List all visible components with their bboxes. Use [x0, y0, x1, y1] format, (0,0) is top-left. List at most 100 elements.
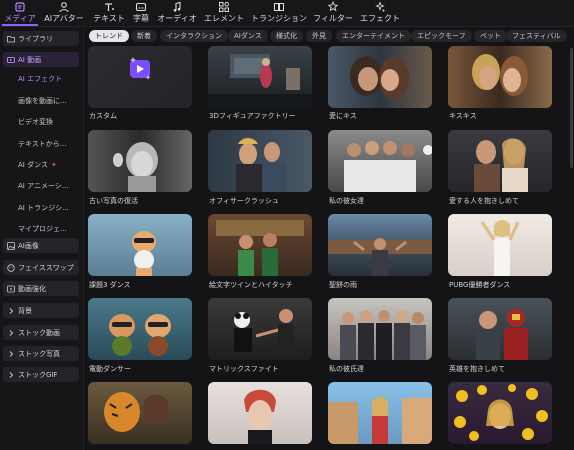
tab-filter[interactable]: フィルター — [313, 1, 353, 25]
thumbnail-image — [109, 314, 171, 356]
thumbnail-image — [472, 54, 528, 96]
tab-label: テキスト — [93, 14, 125, 23]
folder-icon — [7, 35, 15, 43]
sidebar-sub-ai-effect[interactable]: AI エフェクト — [18, 74, 76, 84]
card-pubg-winner-dance[interactable] — [448, 214, 552, 276]
thumbnail-image — [350, 56, 409, 99]
card-officer-crush[interactable] — [208, 130, 312, 192]
subtitle-icon — [135, 2, 147, 12]
sidebar-sub-my-project[interactable]: マイプロジェ... — [18, 224, 76, 234]
chip-pet[interactable]: ペット — [474, 30, 507, 42]
card-challenge-dance[interactable] — [88, 214, 192, 276]
text-icon — [105, 3, 114, 11]
chip-epic-morph[interactable]: エピックモーフ — [411, 30, 472, 42]
chip-trend[interactable]: トレンド — [89, 30, 129, 42]
tab-ai-avatar[interactable]: AIアバター — [44, 1, 84, 25]
card-custom[interactable] — [88, 46, 192, 108]
card-old-photo-revival[interactable] — [88, 130, 192, 192]
card-3d-figure-factory[interactable] — [208, 46, 312, 108]
tab-subtitle[interactable]: 字幕 — [130, 1, 152, 25]
sidebar-item-stock-photo[interactable]: ストック写真 — [3, 346, 79, 361]
thumbnail-image — [480, 220, 520, 276]
chip-interaction[interactable]: インタラクション — [160, 30, 228, 42]
sidebar-item-label: ストック写真 — [18, 349, 60, 358]
card-kiss-kiss[interactable] — [448, 46, 552, 108]
tab-effect[interactable]: エフェクト — [360, 1, 400, 25]
thumbnail-image — [104, 392, 168, 432]
tab-element[interactable]: エレメント — [204, 1, 244, 25]
chip-appearance[interactable]: 外見 — [306, 30, 332, 42]
card-emoji-twin-high-five[interactable] — [208, 214, 312, 276]
media-icon — [15, 2, 25, 12]
sidebar-sub-image-to-video[interactable]: 画像を動画に... — [18, 96, 76, 106]
stock-photo-icon — [7, 350, 15, 358]
card-hug-loved-one[interactable] — [448, 130, 552, 192]
tab-media[interactable]: メディア — [2, 1, 38, 26]
sidebar-sub-ai-transition[interactable]: AI トランジシ... — [18, 203, 76, 213]
thumbnail-image — [208, 54, 312, 108]
card-electric-dancer[interactable] — [88, 298, 192, 360]
sidebar-item-background[interactable]: 背景 — [3, 303, 79, 318]
card-caption: PUBG優勝者ダンス — [449, 281, 511, 289]
top-toolbar: メディア AIアバター テキスト 字幕 オーディオ エレメント トランジション … — [0, 0, 574, 27]
sidebar-item-face-swap[interactable]: フェイススワップ — [3, 260, 79, 275]
card-tiger[interactable] — [88, 382, 192, 444]
tab-audio[interactable]: オーディオ — [157, 1, 197, 25]
tab-transition[interactable]: トランジション — [251, 1, 307, 25]
card-hug-hero[interactable] — [448, 298, 552, 360]
ai-image-icon — [7, 241, 15, 250]
card-portrait[interactable] — [208, 382, 312, 444]
card-street[interactable] — [328, 382, 432, 444]
chevron-right-icon — [7, 307, 15, 315]
sidebar-item-label: フェイススワップ — [18, 263, 74, 272]
sidebar-sub-ai-dance[interactable]: AI ダンス ✦ — [18, 160, 76, 170]
chip-entertainment[interactable]: エンターテイメント — [336, 30, 411, 42]
sidebar-item-label: AI画像 — [18, 241, 39, 250]
sidebar-sub-text-to-video[interactable]: テキストから... — [18, 139, 76, 149]
card-caption: マトリックスファイト — [209, 365, 279, 373]
card-caption: 課題3 ダンス — [89, 281, 131, 289]
thumbnail-image — [113, 142, 158, 192]
card-my-boyfriends[interactable] — [328, 298, 432, 360]
custom-upload-icon — [130, 57, 151, 80]
tab-label: AIアバター — [44, 14, 84, 23]
sidebar-item-stock-gif[interactable]: ストックGIF — [3, 367, 79, 382]
sidebar-sub-label: AI ダンス — [18, 161, 48, 169]
tab-label: フィルター — [313, 14, 353, 23]
card-emoji-rain[interactable] — [448, 382, 552, 444]
sidebar-item-library[interactable]: ライブラリ — [3, 31, 79, 46]
tab-text[interactable]: テキスト — [92, 1, 126, 25]
card-my-girlfriends[interactable] — [328, 130, 432, 192]
ai-video-icon — [7, 56, 15, 64]
chip-festival[interactable]: フェスティバル — [506, 30, 567, 42]
sidebar-item-video-enhance[interactable]: 動画強化 — [3, 281, 79, 296]
card-caption: キスキス — [449, 112, 477, 120]
thumbnail-image — [340, 310, 426, 360]
card-caption: 愛にキス — [329, 112, 357, 120]
audio-icon — [173, 1, 181, 12]
chip-ai-dance[interactable]: AIダンス — [228, 30, 268, 42]
thumbnail-image — [216, 220, 304, 276]
thumbnail-image — [454, 384, 548, 441]
thumbnail-image — [344, 141, 432, 192]
sidebar-item-ai-video[interactable]: AI 動画 — [3, 52, 79, 67]
thumbnail-image — [476, 309, 528, 360]
sidebar-item-stock-video[interactable]: ストック動画 — [3, 325, 79, 340]
avatar-icon — [59, 2, 69, 13]
tab-label: オーディオ — [157, 14, 197, 23]
scrollbar[interactable] — [570, 48, 573, 168]
tab-label: エフェクト — [360, 14, 400, 23]
sidebar-sub-ai-animation[interactable]: AI アニメーシ... — [18, 181, 76, 191]
card-love-kiss[interactable] — [328, 46, 432, 108]
sidebar-item-label: 動画強化 — [18, 284, 46, 293]
sidebar-sub-video-convert[interactable]: ビデオ変換 — [18, 117, 76, 127]
tab-label: トランジション — [251, 14, 307, 23]
enhance-icon — [7, 285, 15, 293]
sidebar-item-ai-image[interactable]: AI画像 — [3, 238, 79, 253]
card-matrix-fight[interactable] — [208, 298, 312, 360]
thumbnail-image — [328, 238, 432, 276]
chip-new[interactable]: 新着 — [131, 30, 157, 42]
card-holy-bread-rain[interactable] — [328, 214, 432, 276]
chip-stylize[interactable]: 様式化 — [270, 30, 303, 42]
sidebar-divider — [83, 27, 84, 450]
